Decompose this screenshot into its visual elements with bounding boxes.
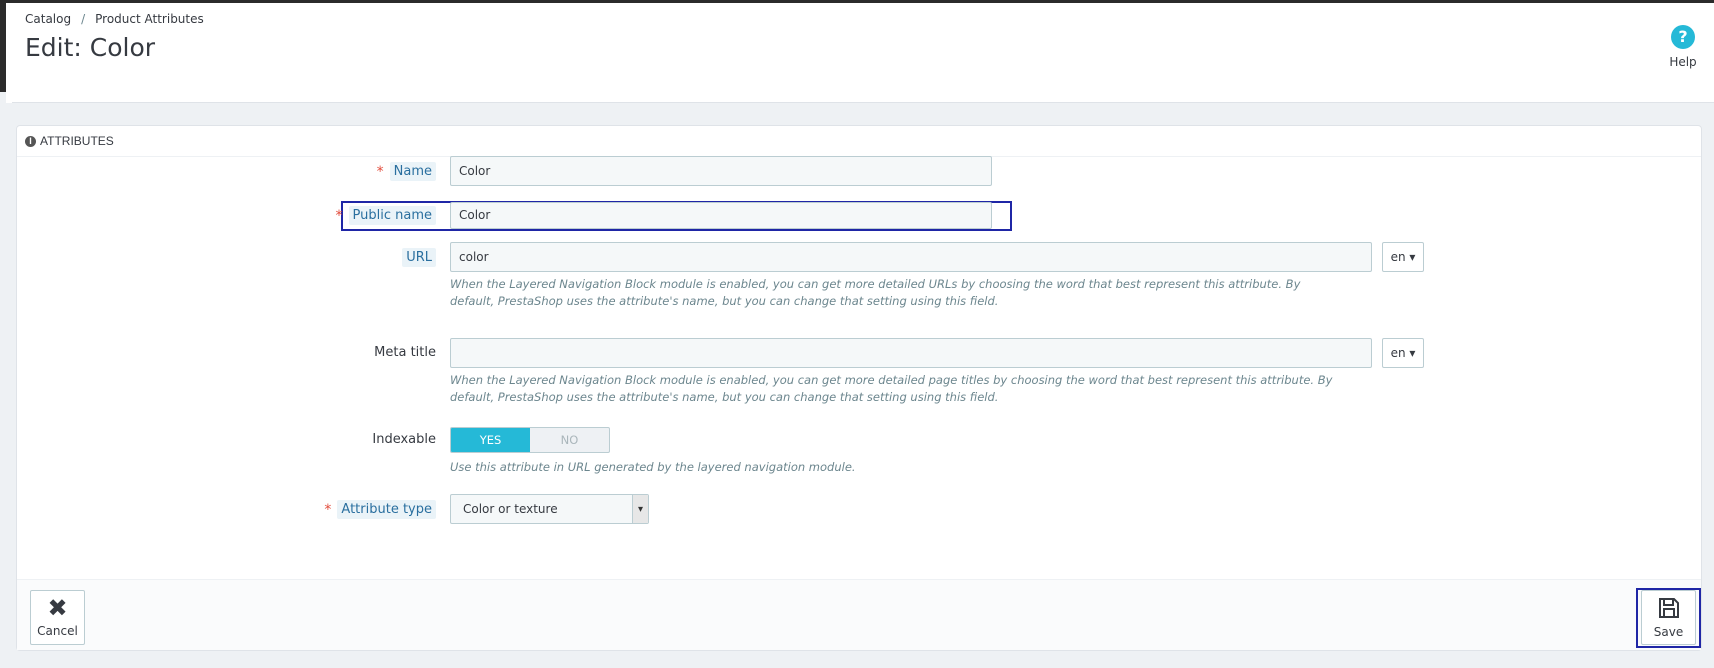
required-marker: * [376,163,384,180]
breadcrumb-separator: / [81,12,86,26]
indexable-help-text: Use this attribute in URL generated by t… [450,460,856,474]
required-marker: * [335,207,343,224]
page-header: Catalog / Product Attributes Edit: Color… [6,3,1714,103]
chevron-down-icon: ▾ [632,495,648,523]
indexable-label: Indexable [372,432,436,447]
public-name-label: * Public name [336,206,436,225]
info-icon: i [25,135,36,147]
url-label-text: URL [402,248,436,267]
meta-title-language-dropdown[interactable]: en ▾ [1382,338,1424,368]
attribute-type-select[interactable]: Color or texture ▾ [450,494,649,524]
attribute-type-label: * Attribute type [324,500,436,519]
meta-title-label-text: Meta title [374,345,436,360]
cancel-button[interactable]: ✖ Cancel [30,590,85,645]
meta-title-input[interactable] [450,338,1372,368]
save-label: Save [1653,625,1684,639]
panel-heading-label: Attributes [40,134,114,148]
indexable-yes-option[interactable]: YES [451,428,530,452]
name-label: * Name [377,162,436,181]
indexable-switch[interactable]: YES NO [450,427,610,453]
url-language-dropdown[interactable]: en ▾ [1382,242,1424,272]
header-notch [6,92,12,103]
required-marker: * [324,501,332,518]
panel-heading: i Attributes [17,126,1701,157]
attribute-type-value: Color or texture [463,502,558,516]
help-label: Help [1669,55,1697,69]
help-icon: ? [1671,25,1695,49]
page-title: Edit: Color [25,33,156,62]
meta-title-help-text: When the Layered Navigation Block module… [450,373,1333,404]
name-label-text: Name [389,162,436,181]
close-icon: ✖ [47,594,68,622]
help-button[interactable]: ? Help [1660,25,1706,69]
panel-footer: ✖ Cancel Save [17,579,1701,650]
save-icon [1658,598,1679,618]
attribute-type-label-text: Attribute type [337,500,436,519]
name-input[interactable]: Color [450,156,992,186]
meta-title-label: Meta title [374,345,436,360]
url-help-text: When the Layered Navigation Block module… [450,277,1301,308]
indexable-label-text: Indexable [372,432,436,447]
attributes-panel: i Attributes * Name Color * Public name … [16,125,1702,651]
public-name-label-text: Public name [348,206,436,225]
breadcrumb: Catalog / Product Attributes [25,12,204,26]
breadcrumb-current[interactable]: Product Attributes [95,12,204,26]
url-input[interactable]: color [450,242,1372,272]
save-button[interactable]: Save [1641,590,1696,645]
cancel-label: Cancel [37,624,78,638]
public-name-input[interactable]: Color [450,202,992,229]
url-label: URL [402,248,436,267]
breadcrumb-catalog[interactable]: Catalog [25,12,71,26]
indexable-no-option[interactable]: NO [530,428,609,452]
